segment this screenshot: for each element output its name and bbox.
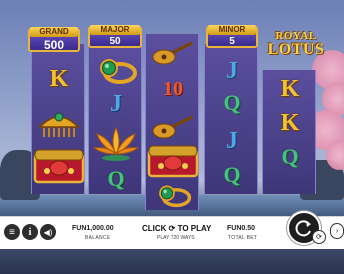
game-scene: K J Q 10 J Q J Q K K Q GRAND 500 MAJOR 5… <box>0 0 344 274</box>
comb-icon <box>32 102 86 142</box>
sound-button[interactable]: ◀) <box>40 224 56 240</box>
bet-arrow-button[interactable]: › <box>330 223 344 239</box>
logo-line-2: LOTUS <box>267 41 325 58</box>
reel-2: J Q <box>88 44 142 194</box>
symbol-q: Q <box>223 90 241 115</box>
jackpot-grand: GRAND 500 <box>28 27 80 52</box>
autoplay-button[interactable]: ⟳ <box>312 230 326 244</box>
symbol-k: K <box>280 75 300 102</box>
game-logo: ROYAL LOTUS <box>262 30 330 70</box>
pipa-lute-icon <box>146 38 200 68</box>
jackpot-value: 5 <box>229 36 235 47</box>
symbol-j: J <box>110 90 122 117</box>
reel-4: J Q J Q <box>204 44 258 194</box>
balance-label: BALANCE <box>85 235 111 241</box>
symbol-q: Q <box>281 144 299 169</box>
balance-value: FUN1,000.00 <box>72 225 114 232</box>
treasure-chest-icon <box>146 140 200 180</box>
bet-value: FUN0.50 <box>227 225 256 232</box>
bet-label: TOTAL BET <box>228 235 258 241</box>
reel-3: 10 <box>145 34 199 210</box>
ways-text: PLAY 720 WAYS <box>157 235 195 241</box>
menu-icon: ≡ <box>9 226 15 238</box>
reel-1: K <box>31 44 85 194</box>
symbol-q: Q <box>107 166 125 191</box>
symbol-q: Q <box>223 162 241 187</box>
symbol-j: J <box>226 127 238 154</box>
jackpot-label: MAJOR <box>90 25 140 35</box>
treasure-chest-icon <box>32 144 86 186</box>
menu-button[interactable]: ≡ <box>4 224 20 240</box>
jackpot-minor: MINOR 5 <box>206 25 258 48</box>
golden-lotus-icon <box>89 122 143 166</box>
jackpot-value: 500 <box>43 38 65 52</box>
symbol-10: 10 <box>163 77 183 100</box>
pipa-lute-icon <box>146 112 200 142</box>
spin-icon <box>295 220 311 237</box>
symbol-k: K <box>49 65 69 92</box>
jackpot-major: MAJOR 50 <box>88 25 142 48</box>
autoplay-icon: ⟳ <box>316 234 322 241</box>
speaker-icon: ◀) <box>43 227 53 237</box>
emerald-ring-icon <box>146 180 200 210</box>
chevron-right-icon: › <box>335 227 339 235</box>
reel-5: K K Q <box>262 70 316 194</box>
symbol-j: J <box>226 57 238 84</box>
click-to-play-text: CLICK ⟳ TO PLAY <box>142 224 212 233</box>
jackpot-label: GRAND <box>30 27 78 37</box>
info-button[interactable]: i <box>22 224 38 240</box>
symbol-k: K <box>280 109 300 136</box>
emerald-ring-icon <box>89 54 143 86</box>
jackpot-label: MINOR <box>208 25 256 35</box>
info-icon: i <box>28 226 32 238</box>
jackpot-value: 50 <box>109 36 121 47</box>
